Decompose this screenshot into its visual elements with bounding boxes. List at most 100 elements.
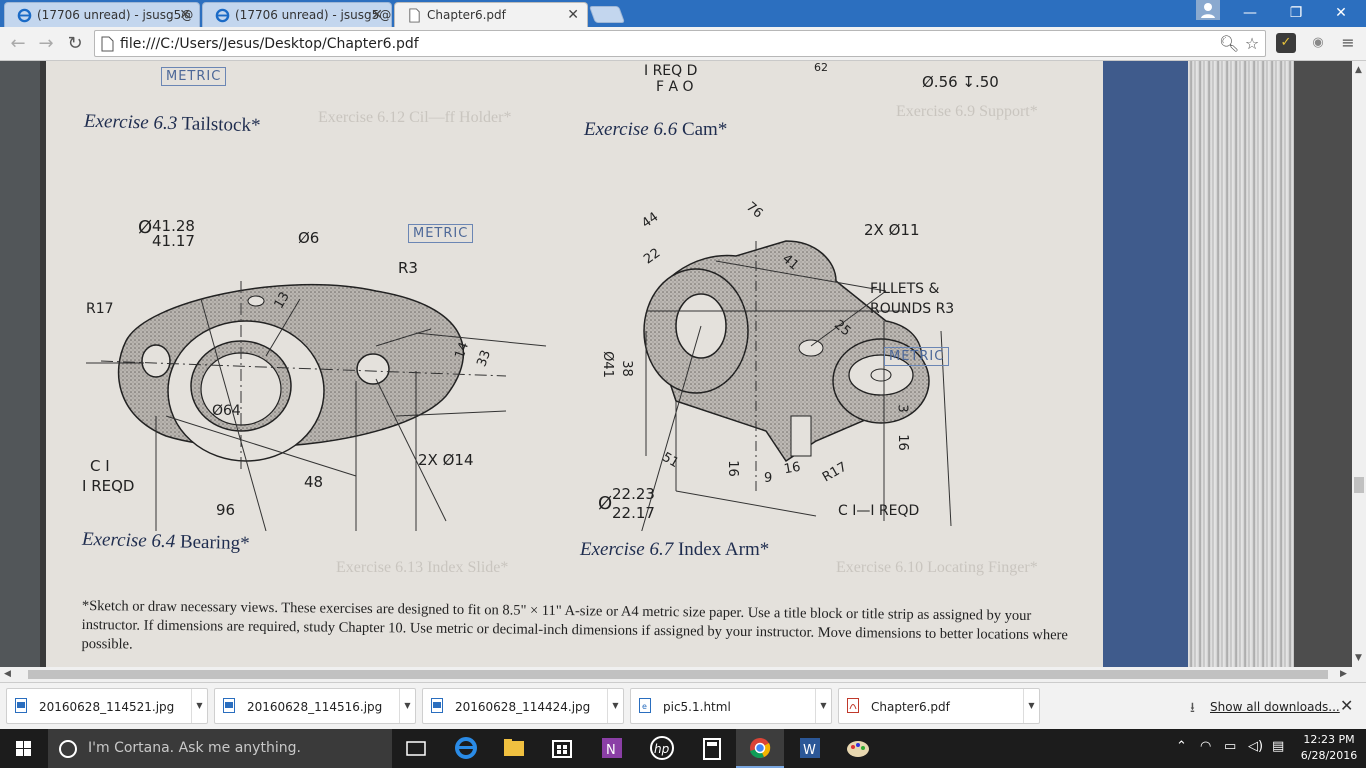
notifications-icon[interactable]: ▤ xyxy=(1272,739,1284,754)
image-file-icon xyxy=(431,698,443,713)
scroll-left-icon[interactable]: ◀ xyxy=(4,669,11,679)
exercise-6-7-title: Exercise 6.7 Index Arm* xyxy=(580,539,770,560)
dim-label: 16 xyxy=(782,459,802,478)
chevron-down-icon[interactable]: ▼ xyxy=(1023,689,1039,723)
dim-label: 38 xyxy=(618,360,634,377)
folder-icon xyxy=(504,739,524,756)
book-cover-edge xyxy=(1103,61,1190,667)
menu-icon[interactable]: ≡ xyxy=(1338,33,1358,53)
close-icon[interactable]: ✕ xyxy=(567,7,579,23)
close-icon[interactable]: ✕ xyxy=(1340,696,1353,715)
metric-label: METRIC xyxy=(884,347,950,366)
chevron-down-icon[interactable]: ▼ xyxy=(815,689,831,723)
system-clock[interactable]: 12:23 PM 6/28/2016 xyxy=(1294,732,1364,764)
download-filename: pic5.1.html xyxy=(663,700,731,714)
back-button[interactable]: ← xyxy=(6,32,30,56)
tab-mail-2[interactable]: (17706 unread) - jsusg5@ ✕ xyxy=(202,2,392,27)
edge-app[interactable] xyxy=(442,729,490,768)
ghost-text: Exercise 6.9 Support* xyxy=(896,103,1038,120)
fillets-note: ROUNDS R3 xyxy=(870,301,955,317)
dim-label: 3 xyxy=(894,404,910,413)
tab-strip: (17706 unread) - jsusg5@ ✕ (17706 unread… xyxy=(0,0,1366,27)
cortana-search-box[interactable]: I'm Cortana. Ask me anything. xyxy=(48,729,392,768)
profile-button[interactable] xyxy=(1196,0,1220,20)
dim-label: 9 xyxy=(764,471,773,486)
scroll-right-icon[interactable]: ▶ xyxy=(1340,669,1347,679)
tab-title: (17706 unread) - jsusg5@ xyxy=(235,8,392,22)
ghost-text: Exercise 6.13 Index Slide* xyxy=(336,559,509,576)
reload-button[interactable]: ↻ xyxy=(63,32,87,56)
toolbar: ← → ↻ file:///C:/Users/Jesus/Desktop/Cha… xyxy=(0,27,1366,61)
download-item[interactable]: e pic5.1.html ▼ xyxy=(630,688,832,724)
tab-chapter6-pdf[interactable]: Chapter6.pdf ✕ xyxy=(394,2,588,27)
cortana-icon xyxy=(59,740,77,758)
exercise-6-6-title: Exercise 6.6 Cam* xyxy=(584,119,728,140)
wifi-icon[interactable]: ◠ xyxy=(1200,739,1211,754)
cortana-placeholder: I'm Cortana. Ask me anything. xyxy=(88,740,301,756)
bookmark-star-icon[interactable]: ☆ xyxy=(1242,34,1262,54)
dim-label: Ø6 xyxy=(298,229,320,247)
store-app[interactable] xyxy=(538,729,586,768)
chrome-app[interactable] xyxy=(736,729,784,768)
page-icon xyxy=(101,36,114,52)
metric-label: METRIC xyxy=(408,224,474,243)
extension-icon[interactable]: ✓ xyxy=(1276,33,1296,53)
close-icon[interactable]: ✕ xyxy=(371,7,383,23)
onenote-app[interactable]: N xyxy=(588,729,636,768)
footnote: *Sketch or draw necessary views. These e… xyxy=(81,597,1068,653)
clock-date: 6/28/2016 xyxy=(1300,749,1358,762)
chevron-down-icon[interactable]: ▼ xyxy=(607,689,623,723)
new-tab-button[interactable] xyxy=(588,6,626,23)
zoom-icon[interactable]: 🔍︎ xyxy=(1219,34,1239,54)
task-view-button[interactable] xyxy=(392,729,440,768)
dim-label: 41.17 xyxy=(152,232,195,250)
scroll-up-icon[interactable]: ▲ xyxy=(1355,65,1362,75)
image-file-icon xyxy=(223,698,235,713)
dim-label: 16 xyxy=(724,460,740,477)
chevron-up-icon[interactable]: ⌃ xyxy=(1176,739,1187,754)
dim-label: F A O xyxy=(656,79,694,95)
vertical-scroll-thumb[interactable] xyxy=(1354,477,1364,493)
word-app[interactable]: W xyxy=(786,729,834,768)
show-all-downloads-link[interactable]: Show all downloads... xyxy=(1210,700,1340,714)
download-filename: 20160628_114424.jpg xyxy=(455,700,591,714)
url-text[interactable]: file:///C:/Users/Jesus/Desktop/Chapter6.… xyxy=(120,36,419,52)
volume-icon[interactable]: ◁) xyxy=(1248,739,1263,754)
calculator-icon xyxy=(703,738,721,760)
calculator-app[interactable] xyxy=(688,729,736,768)
dim-label: C I—I REQD xyxy=(838,503,920,519)
dim-label: Ø41 xyxy=(599,351,615,378)
close-window-button[interactable]: ✕ xyxy=(1318,0,1364,26)
forward-button[interactable]: → xyxy=(34,32,58,56)
download-item[interactable]: Chapter6.pdf ▼ xyxy=(838,688,1040,724)
maximize-button[interactable]: ❐ xyxy=(1273,0,1319,26)
chevron-down-icon[interactable]: ▼ xyxy=(191,689,207,723)
html-file-icon: e xyxy=(639,698,651,713)
dim-label: 48 xyxy=(304,473,324,491)
pdf-viewport[interactable]: Exercise 6.9 Support* Exercise 6.12 Cil—… xyxy=(0,61,1352,667)
file-explorer-app[interactable] xyxy=(490,729,538,768)
chevron-down-icon[interactable]: ▼ xyxy=(399,689,415,723)
clock-time: 12:23 PM xyxy=(1303,733,1355,746)
onenote-icon: N xyxy=(602,738,622,758)
hp-app[interactable]: hp xyxy=(638,729,686,768)
battery-icon[interactable]: ▭ xyxy=(1224,739,1236,754)
horizontal-scrollbar[interactable]: ◀ ▶ xyxy=(0,667,1366,682)
minimize-button[interactable]: — xyxy=(1227,0,1273,26)
word-icon: W xyxy=(800,738,820,758)
download-item[interactable]: 20160628_114521.jpg ▼ xyxy=(6,688,208,724)
vertical-scrollbar[interactable]: ▲ ▼ xyxy=(1352,61,1366,667)
download-item[interactable]: 20160628_114516.jpg ▼ xyxy=(214,688,416,724)
dim-label: 2X Ø14 xyxy=(418,451,474,469)
paint-app[interactable] xyxy=(834,729,882,768)
exercise-6-3-title: Exercise 6.3 Tailstock* xyxy=(83,110,261,137)
address-bar[interactable]: file:///C:/Users/Jesus/Desktop/Chapter6.… xyxy=(94,30,1266,57)
download-item[interactable]: 20160628_114424.jpg ▼ xyxy=(422,688,624,724)
scroll-down-icon[interactable]: ▼ xyxy=(1355,653,1362,663)
extension-icon-2[interactable]: ◉ xyxy=(1308,33,1328,53)
tab-mail-1[interactable]: (17706 unread) - jsusg5@ ✕ xyxy=(4,2,200,27)
close-icon[interactable]: ✕ xyxy=(179,7,191,23)
download-filename: Chapter6.pdf xyxy=(871,700,950,714)
start-button[interactable] xyxy=(0,729,48,768)
horizontal-scroll-thumb[interactable] xyxy=(28,670,1328,679)
